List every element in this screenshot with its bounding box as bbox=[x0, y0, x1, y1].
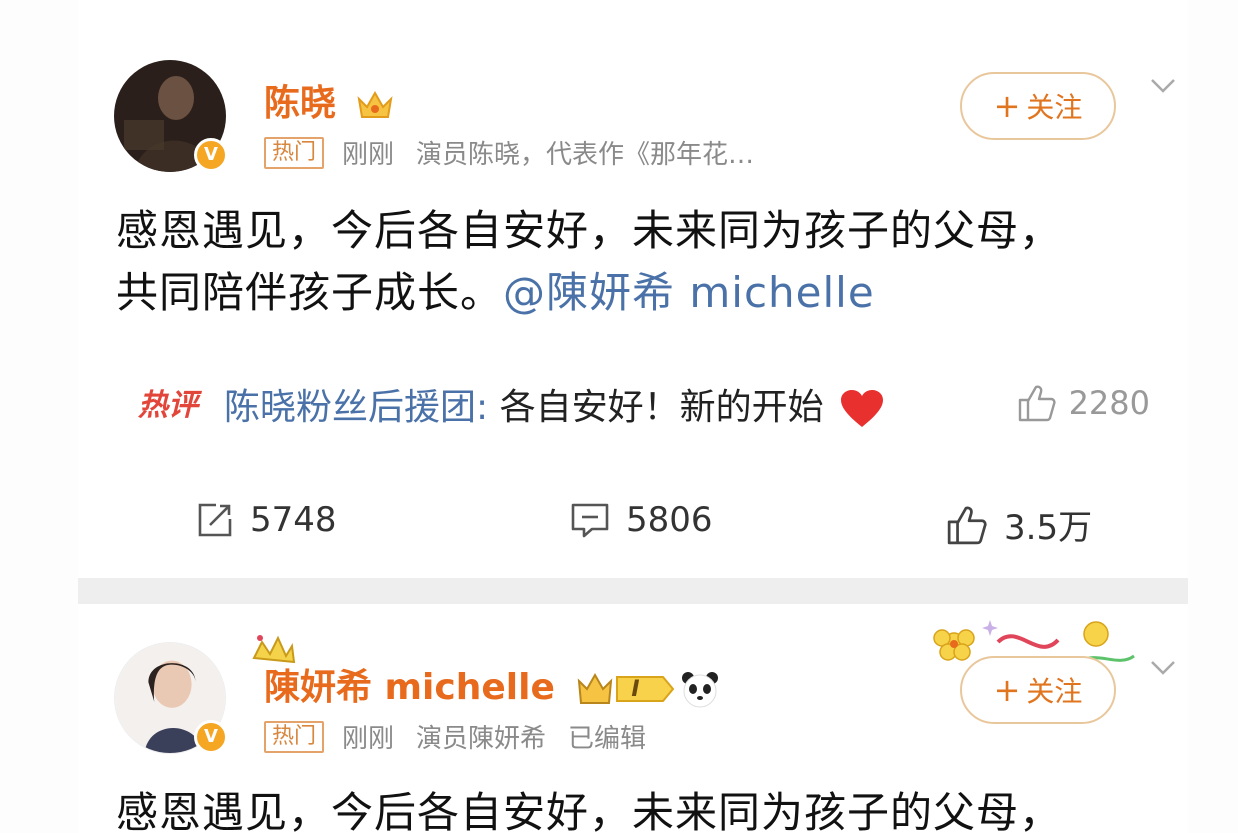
post-text-line: 共同陪伴孩子成长。@陳妍希 michelle bbox=[116, 262, 1176, 324]
plus-icon: + bbox=[993, 671, 1021, 709]
weibo-feed: V 陈晓 热门 刚刚 演员陈晓，代表作《那年花… + 关注 感恩遇见，今后各自安… bbox=[0, 0, 1238, 833]
user-bio: 演员陳妍希 bbox=[416, 724, 547, 754]
hot-comment-row: 陈晓粉丝后援团: 各自安好！新的开始 bbox=[224, 378, 885, 430]
comment-icon bbox=[571, 503, 609, 538]
verified-icon: V bbox=[194, 138, 228, 172]
panda-icon bbox=[682, 672, 719, 708]
member-level: I bbox=[631, 676, 640, 702]
repost-button[interactable]: 5748 bbox=[196, 500, 337, 540]
username-row: 陈晓 bbox=[264, 74, 395, 126]
plus-icon: + bbox=[993, 87, 1021, 125]
comment-button[interactable]: 5806 bbox=[570, 500, 713, 540]
thumbs-up-icon bbox=[1018, 385, 1056, 422]
like-count: 3.5万 bbox=[1004, 508, 1093, 548]
repost-count: 5748 bbox=[250, 500, 337, 540]
post-meta: 热门 刚刚 演员陈晓，代表作《那年花… bbox=[264, 134, 754, 171]
member-level-badge[interactable]: I bbox=[577, 669, 685, 709]
hot-comment-user[interactable]: 陈晓粉丝后援团: bbox=[224, 387, 488, 428]
hot-comment[interactable]: 热评 陈晓粉丝后援团: 各自安好！新的开始 2280 bbox=[132, 366, 1162, 440]
username-row: 陳妍希 michelle I bbox=[264, 658, 720, 710]
post-time: 刚刚 bbox=[342, 724, 395, 754]
post-divider bbox=[78, 578, 1188, 604]
edited-label: 已编辑 bbox=[568, 724, 647, 754]
post-card: V 陈晓 热门 刚刚 演员陈晓，代表作《那年花… + 关注 感恩遇见，今后各自安… bbox=[78, 0, 1188, 578]
verified-icon: V bbox=[194, 720, 228, 754]
hot-comment-like-count: 2280 bbox=[1068, 384, 1150, 422]
heart-icon bbox=[841, 390, 884, 427]
repost-icon bbox=[198, 503, 232, 537]
username[interactable]: 陳妍希 michelle bbox=[264, 667, 555, 708]
comment-count: 5806 bbox=[626, 500, 713, 540]
post-meta: 热门 刚刚 演员陳妍希 已编辑 bbox=[264, 718, 646, 755]
avatar[interactable]: V bbox=[114, 642, 228, 754]
post-text: 感恩遇见，今后各自安好，未来同为孩子的父母， 共同陪伴孩子成长。@陳妍希 mic… bbox=[116, 200, 1176, 324]
post-text: 感恩遇见，今后各自安好，未来同为孩子的父母， bbox=[116, 782, 1188, 833]
hot-tag: 热门 bbox=[264, 720, 325, 753]
post-card: V 陳妍希 michelle I 热门 刚刚 演员陳妍希 已编辑 + 关注 感恩… bbox=[78, 604, 1188, 833]
mention-link[interactable]: @陳妍希 michelle bbox=[503, 268, 875, 317]
follow-label: 关注 bbox=[1026, 91, 1083, 124]
hot-comment-tag: 热评 bbox=[138, 388, 198, 423]
crown-level-icon bbox=[578, 672, 675, 704]
user-bio: 演员陈晓，代表作《那年花… bbox=[416, 140, 755, 170]
hot-comment-likes[interactable]: 2280 bbox=[1017, 384, 1150, 422]
post-text-segment: 共同陪伴孩子成长。 bbox=[116, 268, 504, 317]
follow-button[interactable]: + 关注 bbox=[960, 656, 1116, 724]
username[interactable]: 陈晓 bbox=[264, 83, 336, 124]
post-text-line: 感恩遇见，今后各自安好，未来同为孩子的父母， bbox=[116, 788, 1063, 833]
like-button[interactable]: 3.5万 bbox=[946, 500, 1092, 549]
chevron-down-icon[interactable] bbox=[1150, 78, 1176, 94]
post-text-line: 感恩遇见，今后各自安好，未来同为孩子的父母， bbox=[116, 206, 1063, 255]
post-time: 刚刚 bbox=[342, 140, 395, 170]
hot-tag: 热门 bbox=[264, 136, 325, 169]
hot-comment-text: 各自安好！新的开始 bbox=[488, 387, 824, 428]
chevron-down-icon[interactable] bbox=[1150, 660, 1176, 676]
avatar[interactable]: V bbox=[114, 60, 228, 172]
crown-icon bbox=[357, 90, 393, 118]
follow-label: 关注 bbox=[1026, 675, 1083, 708]
follow-button[interactable]: + 关注 bbox=[960, 72, 1116, 140]
thumbs-up-icon bbox=[947, 506, 987, 544]
